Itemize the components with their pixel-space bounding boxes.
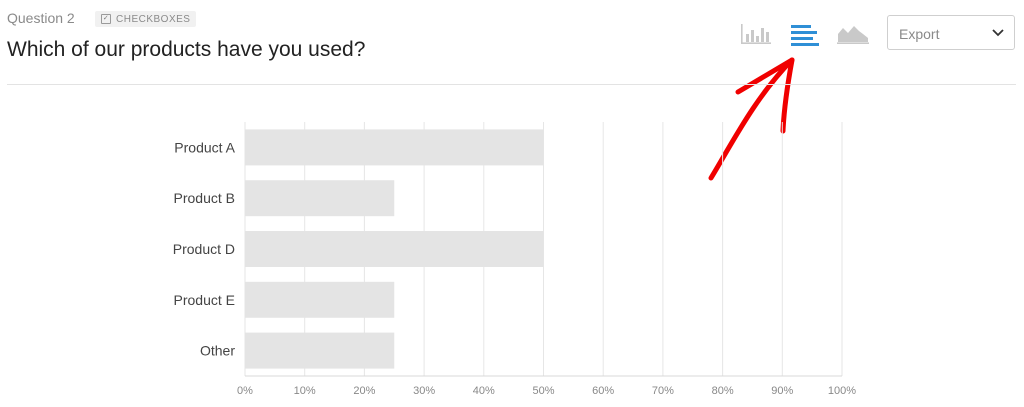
x-tick-label: 80%	[712, 385, 734, 397]
x-tick-label: 70%	[652, 385, 674, 397]
bar	[245, 231, 544, 267]
horizontal-bar-chart-icon	[791, 25, 819, 46]
category-label: Product A	[174, 139, 235, 155]
bar	[245, 332, 395, 369]
x-tick-label: 0%	[237, 385, 253, 397]
bar	[245, 129, 544, 166]
x-tick-label: 100%	[828, 385, 856, 397]
x-tick-label: 50%	[532, 385, 554, 397]
question-type-badge: ✓ CHECKBOXES	[95, 11, 197, 27]
category-label: Product E	[174, 292, 235, 308]
checkbox-icon: ✓	[101, 14, 111, 24]
x-tick-label: 40%	[473, 385, 495, 397]
x-tick-label: 30%	[413, 385, 435, 397]
question-type-label: CHECKBOXES	[116, 13, 191, 25]
x-tick-label: 20%	[353, 385, 375, 397]
vertical-bar-chart-icon	[741, 24, 771, 44]
export-label: Export	[899, 26, 940, 42]
category-label: Product B	[174, 190, 235, 206]
chevron-down-icon	[992, 29, 1004, 37]
x-tick-label: 60%	[592, 385, 614, 397]
category-label: Product D	[173, 241, 235, 257]
export-dropdown[interactable]: Export	[887, 15, 1015, 50]
bar	[245, 180, 395, 217]
area-view-button[interactable]	[836, 20, 870, 48]
header-divider	[7, 84, 1016, 85]
x-tick-label: 10%	[294, 385, 316, 397]
horizontal-bar-view-button[interactable]	[787, 20, 821, 48]
category-label: Other	[200, 343, 235, 359]
bar	[245, 281, 395, 318]
vertical-bar-view-button[interactable]	[739, 20, 773, 48]
question-title: Which of our products have you used?	[7, 38, 366, 61]
horizontal-bar-chart: Product A Product B Product D Product E Othe…	[173, 122, 856, 397]
question-number: Question 2	[7, 10, 75, 26]
area-chart-icon	[837, 26, 869, 44]
x-tick-label: 90%	[771, 385, 793, 397]
